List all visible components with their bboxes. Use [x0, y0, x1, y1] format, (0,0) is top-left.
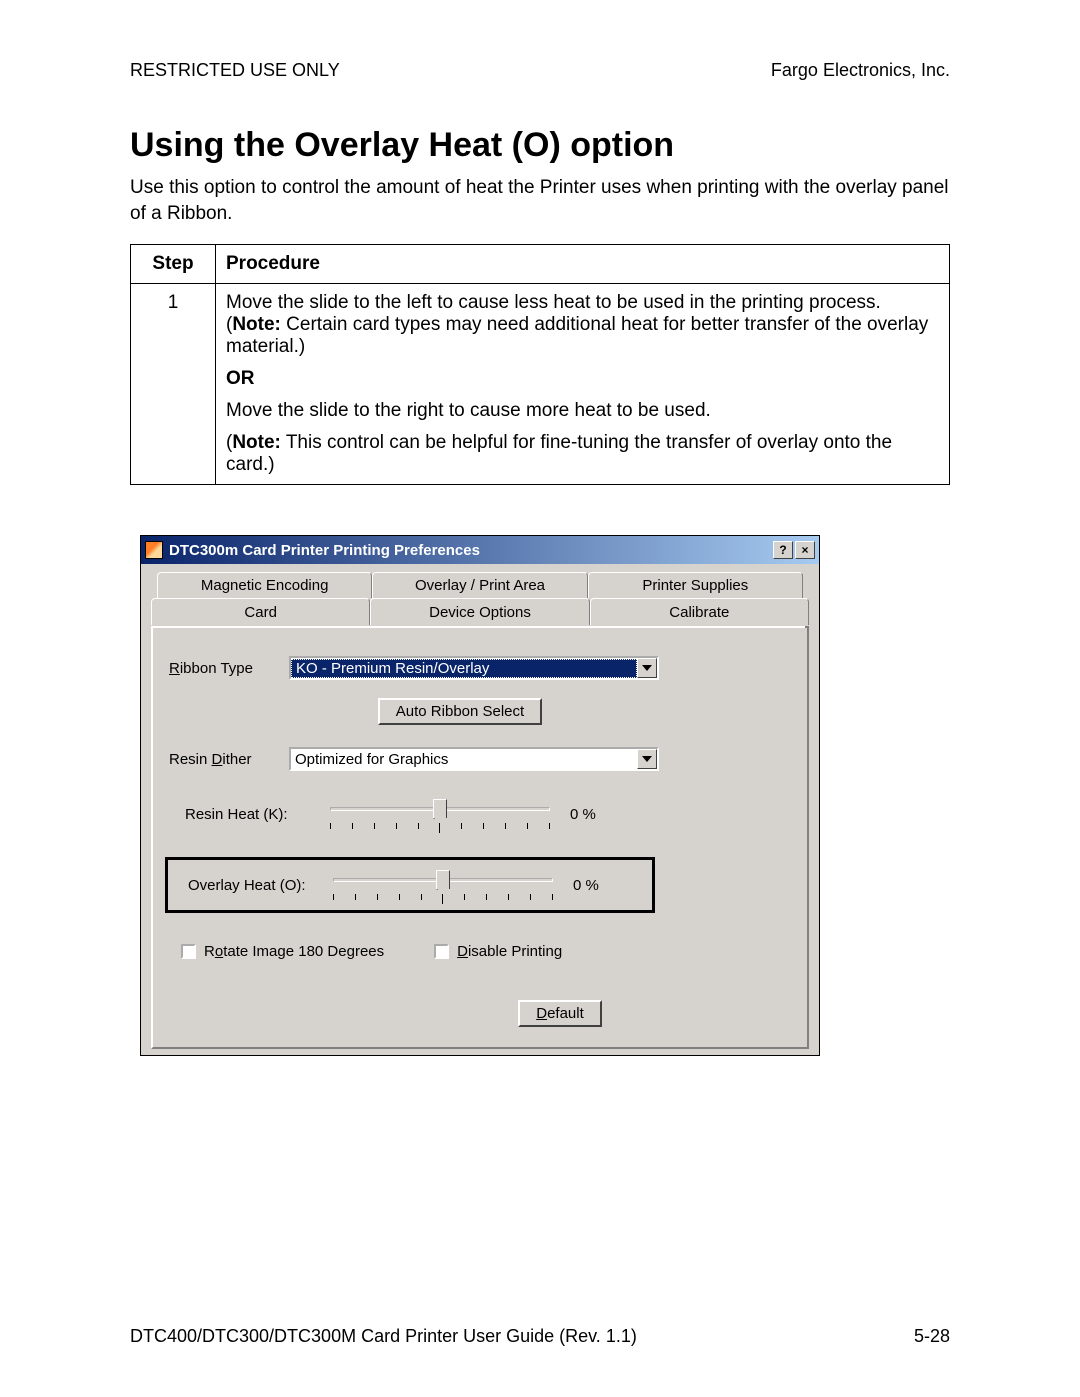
- tab-device-options[interactable]: Device Options: [370, 598, 589, 626]
- resin-dither-label: Resin Dither: [169, 751, 289, 768]
- tab-overlay-print-area[interactable]: Overlay / Print Area: [372, 572, 587, 598]
- app-icon: [145, 541, 163, 559]
- tab-calibrate[interactable]: Calibrate: [590, 598, 809, 626]
- step-text: Move the slide to the left to cause less…: [216, 284, 950, 485]
- resin-heat-slider[interactable]: [330, 799, 550, 829]
- col-procedure: Procedure: [216, 245, 950, 284]
- printing-preferences-dialog: DTC300m Card Printer Printing Preference…: [140, 535, 820, 1056]
- page-title: Using the Overlay Heat (O) option: [130, 126, 950, 165]
- footer-left: DTC400/DTC300/DTC300M Card Printer User …: [130, 1326, 637, 1347]
- help-button[interactable]: ?: [773, 541, 793, 559]
- device-options-panel: Ribbon Type KO - Premium Resin/Overlay A…: [151, 626, 809, 1049]
- disable-printing-checkbox[interactable]: Disable Printing: [434, 943, 562, 960]
- dropdown-icon[interactable]: [637, 658, 657, 678]
- dropdown-icon[interactable]: [637, 749, 657, 769]
- footer-right: 5-28: [914, 1326, 950, 1347]
- resin-heat-label: Resin Heat (K):: [185, 806, 330, 823]
- overlay-heat-label: Overlay Heat (O):: [188, 877, 333, 894]
- default-button[interactable]: Default: [518, 1000, 602, 1027]
- ribbon-type-label: Ribbon Type: [169, 660, 289, 677]
- ribbon-type-value: KO - Premium Resin/Overlay: [291, 659, 637, 678]
- close-button[interactable]: ×: [795, 541, 815, 559]
- tab-magnetic-encoding[interactable]: Magnetic Encoding: [157, 572, 372, 598]
- overlay-heat-slider[interactable]: [333, 870, 553, 900]
- overlay-heat-value: 0 %: [573, 877, 599, 894]
- intro-text: Use this option to control the amount of…: [130, 175, 950, 226]
- window-title: DTC300m Card Printer Printing Preference…: [169, 542, 771, 559]
- auto-ribbon-select-button[interactable]: Auto Ribbon Select: [378, 698, 542, 725]
- tab-card[interactable]: Card: [151, 598, 370, 626]
- tab-printer-supplies[interactable]: Printer Supplies: [588, 572, 803, 598]
- header-right: Fargo Electronics, Inc.: [771, 60, 950, 81]
- col-step: Step: [131, 245, 216, 284]
- titlebar[interactable]: DTC300m Card Printer Printing Preference…: [141, 536, 819, 564]
- step-number: 1: [131, 284, 216, 485]
- resin-dither-combo[interactable]: Optimized for Graphics: [289, 747, 659, 771]
- rotate-180-checkbox[interactable]: Rotate Image 180 Degrees: [181, 943, 384, 960]
- ribbon-type-combo[interactable]: KO - Premium Resin/Overlay: [289, 656, 659, 680]
- resin-dither-value: Optimized for Graphics: [291, 751, 637, 768]
- header-left: RESTRICTED USE ONLY: [130, 60, 340, 81]
- resin-heat-value: 0 %: [570, 806, 596, 823]
- procedure-table: Step Procedure 1 Move the slide to the l…: [130, 244, 950, 485]
